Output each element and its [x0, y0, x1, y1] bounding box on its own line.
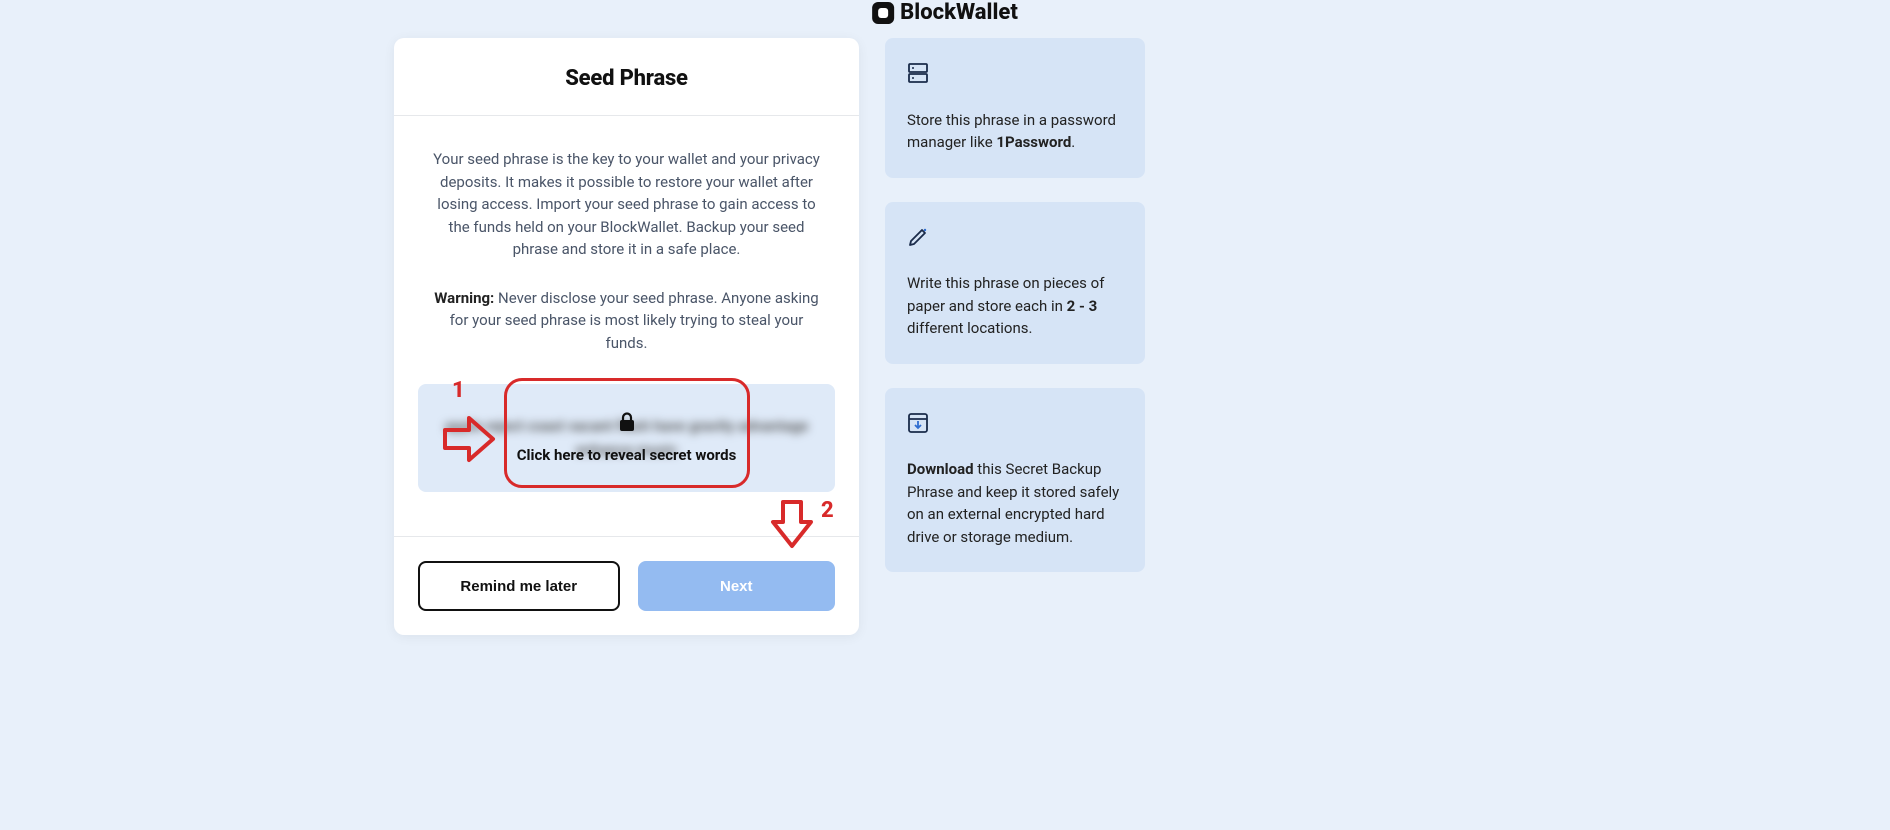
card-body: Your seed phrase is the key to your wall…	[394, 116, 859, 354]
brand-logo: BlockWallet	[872, 0, 1018, 25]
lock-icon	[618, 412, 636, 436]
pencil-icon	[907, 226, 1123, 255]
brand-icon	[872, 2, 894, 24]
download-icon	[907, 412, 1123, 441]
tip-card-paper: Write this phrase on pieces of paper and…	[885, 202, 1145, 364]
tip-text: Write this phrase on pieces of paper and…	[907, 272, 1123, 340]
tip-text: Store this phrase in a password manager …	[907, 109, 1123, 154]
seed-description: Your seed phrase is the key to your wall…	[428, 148, 825, 261]
warning-label: Warning:	[434, 289, 494, 307]
card-header: Seed Phrase	[394, 38, 859, 116]
tip-card-download: Download this Secret Backup Phrase and k…	[885, 388, 1145, 573]
warning-block: Warning: Never disclose your seed phrase…	[428, 287, 825, 355]
seed-phrase-card: Seed Phrase Your seed phrase is the key …	[394, 38, 859, 635]
reveal-overlay: Click here to reveal secret words	[517, 412, 737, 464]
remind-later-button[interactable]: Remind me later	[418, 561, 620, 611]
warning-text: Never disclose your seed phrase. Anyone …	[450, 289, 819, 352]
reveal-seed-box[interactable]: apple reject coast vacant flash have gra…	[418, 384, 835, 492]
tip-card-password-manager: Store this phrase in a password manager …	[885, 38, 1145, 178]
reveal-text: Click here to reveal secret words	[517, 446, 737, 464]
server-icon	[907, 62, 1123, 91]
card-title: Seed Phrase	[418, 66, 835, 91]
next-button[interactable]: Next	[638, 561, 836, 611]
tip-text: Download this Secret Backup Phrase and k…	[907, 458, 1123, 548]
brand-name: BlockWallet	[900, 0, 1018, 25]
card-footer: Remind me later Next	[394, 536, 859, 611]
tips-column: Store this phrase in a password manager …	[885, 38, 1145, 572]
